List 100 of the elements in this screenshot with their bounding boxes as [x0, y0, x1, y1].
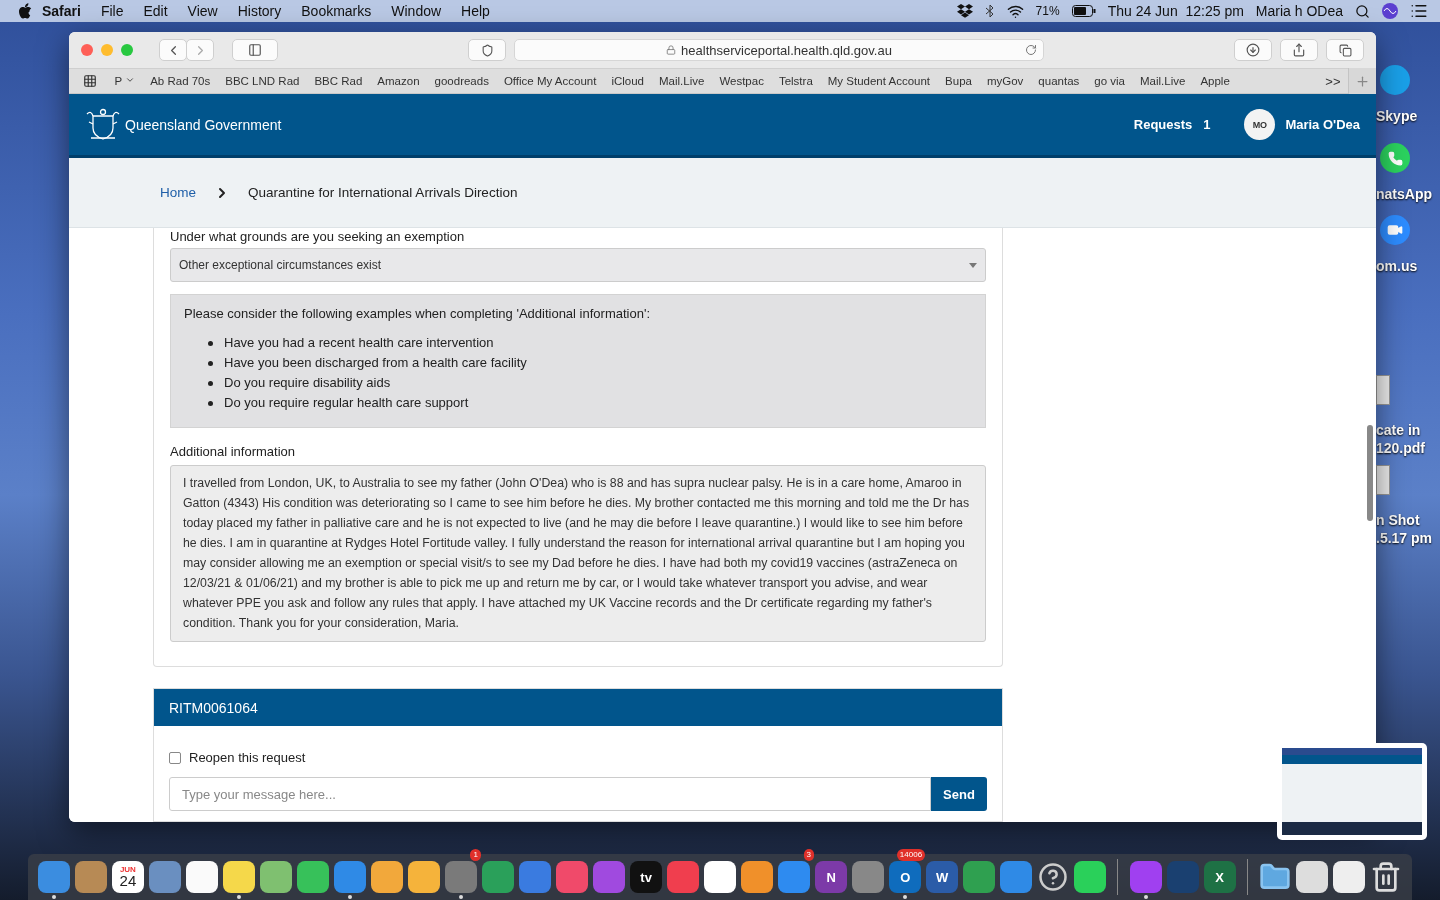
- tv-app-icon[interactable]: tv: [630, 861, 663, 893]
- grid-icon[interactable]: [83, 74, 97, 88]
- requests-link[interactable]: Requests 1: [1133, 117, 1211, 132]
- notification-count: 14006: [896, 849, 926, 861]
- app-icon[interactable]: O: [889, 861, 922, 893]
- search-icon[interactable]: [1355, 3, 1370, 19]
- chevron-down-icon[interactable]: [125, 75, 136, 85]
- shield-icon[interactable]: [480, 43, 494, 57]
- bluetooth-icon[interactable]: [984, 4, 995, 18]
- app-icon[interactable]: [371, 861, 403, 893]
- plus-icon[interactable]: [1355, 73, 1370, 89]
- share-button[interactable]: [1280, 39, 1318, 61]
- bookmark-link[interactable]: go via: [1086, 75, 1133, 87]
- bookmark-link[interactable]: goodreads: [427, 75, 497, 87]
- bullet-icon: [208, 340, 213, 346]
- video-camera-icon[interactable]: [1380, 215, 1410, 245]
- app-icon[interactable]: [741, 861, 774, 893]
- app-icon[interactable]: [185, 861, 218, 893]
- app-icon[interactable]: [704, 861, 737, 893]
- siri-icon[interactable]: [1382, 3, 1398, 19]
- bookmark-link[interactable]: quantas: [1030, 75, 1087, 87]
- bookmark-link[interactable]: Office My Account: [496, 75, 604, 87]
- bullet-icon: [208, 400, 213, 406]
- privacy-button[interactable]: [468, 39, 506, 61]
- bullet-icon: [208, 360, 213, 366]
- document-icon[interactable]: [1376, 375, 1390, 405]
- tabs-icon[interactable]: [1338, 43, 1352, 57]
- menu-item[interactable]: View: [177, 3, 228, 19]
- bookmark-link[interactable]: My Student Account: [820, 75, 938, 87]
- scrollbar-thumb[interactable]: [1367, 425, 1373, 521]
- app-icon[interactable]: [296, 861, 329, 893]
- notification-list-icon[interactable]: [1410, 2, 1428, 20]
- menu-item[interactable]: Edit: [133, 3, 178, 19]
- app-icon[interactable]: [1333, 861, 1365, 893]
- grounds-select[interactable]: Other exceptional circumstances exist: [170, 248, 986, 282]
- menu-clock[interactable]: Thu 24 Jun 12:25 pm: [1107, 3, 1244, 19]
- question-mark-icon[interactable]: [1038, 862, 1069, 892]
- send-button[interactable]: Send: [931, 777, 987, 811]
- field-label: Additional information: [170, 444, 297, 459]
- download-icon[interactable]: [1246, 43, 1260, 57]
- app-icon[interactable]: [1295, 861, 1328, 893]
- desktop-icon-label: 120.pdf: [1376, 439, 1425, 457]
- battery-icon[interactable]: [1071, 5, 1096, 17]
- menu-item[interactable]: Bookmarks: [291, 3, 382, 19]
- downloads-button[interactable]: [1234, 39, 1272, 61]
- bookmark-link[interactable]: Telstra: [771, 75, 821, 87]
- bookmark-link[interactable]: Mail.Live: [651, 75, 712, 87]
- bookmarks-folder[interactable]: P: [107, 75, 143, 87]
- address-field[interactable]: healthserviceportal.health.qld.gov.au: [514, 39, 1044, 61]
- menu-item[interactable]: History: [227, 3, 292, 19]
- phone-bubble-icon[interactable]: [1380, 143, 1410, 173]
- field-label: Under what grounds are you seeking an exemption: [170, 229, 466, 244]
- user-name-link[interactable]: Maria O'Dea: [1285, 117, 1360, 132]
- reload-icon[interactable]: [1025, 44, 1037, 56]
- brand-name[interactable]: Queensland Government: [125, 116, 282, 133]
- menu-item[interactable]: Window: [381, 3, 452, 19]
- bookmark-link[interactable]: Ab Rad 70s: [142, 75, 218, 87]
- calendar-icon[interactable]: JUN 24: [111, 861, 144, 893]
- bookmark-link[interactable]: BBC Rad: [306, 75, 370, 87]
- app-icon[interactable]: W: [926, 861, 959, 893]
- tabs-button[interactable]: [1326, 39, 1364, 61]
- breadcrumb-current: Quarantine for International Arrivals Direction: [248, 185, 518, 200]
- app-icon[interactable]: [222, 861, 255, 893]
- sidebar-button[interactable]: [232, 39, 278, 61]
- trash-icon[interactable]: [1370, 861, 1402, 893]
- bookmark-link[interactable]: Apple: [1192, 75, 1238, 87]
- desktop-icon-label: Skype: [1376, 107, 1418, 125]
- share-icon[interactable]: [1292, 43, 1306, 57]
- app-icon[interactable]: [1074, 861, 1107, 893]
- bookmark-link[interactable]: iCloud: [603, 75, 652, 87]
- message-input[interactable]: Type your message here...: [169, 777, 931, 811]
- more-bookmarks-button[interactable]: >>: [1317, 73, 1348, 89]
- new-tab-button[interactable]: [1348, 68, 1376, 94]
- app-icon[interactable]: [259, 861, 292, 893]
- additional-info-field[interactable]: I travelled from London, UK, to Australia to see my father (John O'Dea) who is 88 and has supra nuclear palsy. He is in a care home, Amaroo in Gatton (4343) His condition was deteriorating so I came to see him before he dies. My brother contacted me this morning and told me the Dr has today placed my father in palliative care and he is not expected to live (and he may die before I leave quarantine.) I would like to see him before he dies. I am in quarantine at Rydges Hotel Fortitude valley. I fully understand the reason for international arrival quarantine but I am hoping you may consider allowing me an exemption or special visit/s to see my Dad before he dies. I have had both my covid19 vaccines (astraZeneca on 12/03/21 & 01/06/21) and my brother is able to pick me up and return me by car, or I would take whatever transport you advise, and wear whatever PPE you ask and follow any rules that apply. I have attached my UK Vaccine records and the Dr certificate regarding my father's condition. Thank you for your consideration, Maria.: [170, 465, 986, 642]
- bookmark-link[interactable]: BBC LND Rad: [217, 75, 307, 87]
- close-button[interactable]: [81, 44, 93, 56]
- screenshot-file-icon[interactable]: [1376, 465, 1390, 495]
- bookmark-link[interactable]: Amazon: [369, 75, 428, 87]
- notification-count: 1: [470, 849, 481, 861]
- bookmark-link[interactable]: Mail.Live: [1132, 75, 1193, 87]
- reopen-checkbox[interactable]: [169, 751, 181, 764]
- user-name[interactable]: Maria h ODea: [1255, 3, 1343, 19]
- sidebar-icon[interactable]: [248, 43, 262, 57]
- app-menu[interactable]: Safari: [32, 3, 91, 19]
- guidance-item: Have you been discharged from a health care facility: [224, 354, 527, 372]
- bookmark-link[interactable]: Bupa: [937, 75, 980, 87]
- menu-item[interactable]: Help: [451, 3, 500, 19]
- app-icon[interactable]: N: [815, 861, 848, 893]
- apple-logo-icon[interactable]: [18, 3, 32, 19]
- menu-item[interactable]: File: [90, 3, 134, 19]
- box-icon[interactable]: [956, 4, 973, 18]
- bookmark-link[interactable]: myGov: [979, 75, 1031, 87]
- breadcrumb-link[interactable]: Home: [160, 185, 196, 200]
- crest-logo-icon[interactable]: [85, 107, 121, 142]
- user-avatar[interactable]: MO: [1244, 109, 1276, 140]
- bookmark-link[interactable]: Westpac: [711, 75, 772, 87]
- app-icon[interactable]: [408, 861, 440, 893]
- app-icon[interactable]: X: [1203, 861, 1236, 893]
- calendar-month: JUN: [119, 865, 136, 873]
